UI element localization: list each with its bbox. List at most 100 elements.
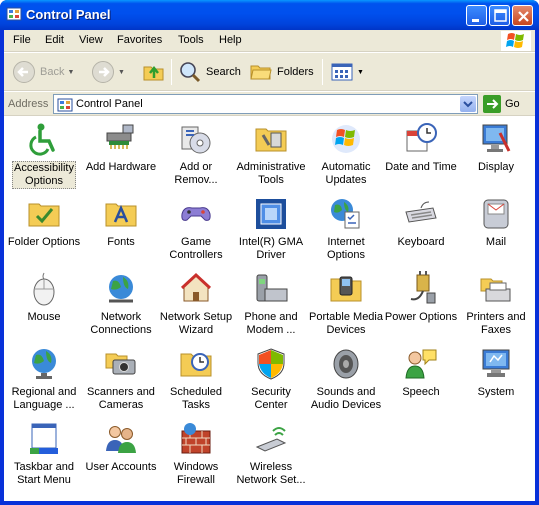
- window-client: File Edit View Favorites Tools Help Back: [4, 30, 535, 501]
- menu-help[interactable]: Help: [219, 34, 242, 46]
- item-label: Add Hardware: [85, 161, 157, 173]
- item-label: Fonts: [107, 236, 135, 248]
- cp-game-controllers[interactable]: Game Controllers: [158, 196, 234, 266]
- network-setup-icon: [180, 272, 212, 302]
- cp-fonts[interactable]: Fonts: [83, 196, 159, 266]
- close-icon: [518, 11, 529, 22]
- item-label: Mouse: [27, 311, 61, 323]
- cp-mouse[interactable]: Mouse: [6, 271, 82, 341]
- item-label: System: [477, 386, 515, 398]
- address-value: Control Panel: [76, 98, 143, 110]
- forward-button[interactable]: ▼: [91, 59, 125, 85]
- regional-language-icon: [32, 349, 56, 379]
- cp-date-and-time[interactable]: Date and Time: [383, 121, 459, 191]
- forward-dropdown-icon[interactable]: ▼: [118, 69, 125, 76]
- item-label: User Accounts: [85, 461, 157, 473]
- item-label: Keyboard: [397, 236, 445, 248]
- item-label: Date and Time: [385, 161, 457, 173]
- scheduled-tasks-icon: [180, 353, 212, 377]
- security-center-icon: [257, 348, 285, 380]
- close-button[interactable]: [512, 5, 533, 26]
- up-folder-icon: [143, 65, 164, 81]
- toolbar-separator: [322, 59, 323, 85]
- maximize-icon: [494, 9, 507, 22]
- address-dropdown-button[interactable]: [460, 96, 476, 112]
- cp-administrative-tools[interactable]: Administrative Tools: [233, 121, 309, 191]
- address-input[interactable]: Control Panel: [53, 94, 478, 114]
- item-label: Speech: [402, 386, 440, 398]
- control-panel-icon: [6, 7, 22, 21]
- up-folder-button[interactable]: [142, 59, 166, 85]
- cp-add-hardware[interactable]: Add Hardware: [83, 121, 159, 191]
- cp-power-options[interactable]: Power Options: [383, 271, 459, 341]
- item-label: Wireless Network Set...: [236, 461, 306, 486]
- cp-automatic-updates[interactable]: Automatic Updates: [308, 121, 384, 191]
- cp-network-connections[interactable]: Network Connections: [83, 271, 159, 341]
- item-label: Windows Firewall: [173, 461, 219, 486]
- control-panel-icon: [57, 98, 73, 112]
- back-button[interactable]: Back ▼: [12, 59, 74, 85]
- back-dropdown-icon[interactable]: ▼: [67, 69, 74, 76]
- item-label: Phone and Modem ...: [244, 311, 298, 336]
- folders-button[interactable]: Folders: [249, 59, 314, 85]
- cp-mail[interactable]: Mail: [458, 196, 534, 266]
- phone-modem-icon: [256, 274, 288, 302]
- cp-internet-options[interactable]: Internet Options: [308, 196, 384, 266]
- cp-scanners-and-cameras[interactable]: Scanners and Cameras: [83, 346, 159, 416]
- item-label: Sounds and Audio Devices: [310, 386, 382, 411]
- cp-add-remove-programs[interactable]: Add or Remov...: [158, 121, 234, 191]
- cp-system[interactable]: System: [458, 346, 534, 416]
- cp-display[interactable]: Display: [458, 121, 534, 191]
- item-label: Internet Options: [327, 236, 365, 261]
- standard-toolbar: Back ▼ ▼ Search Folders ▼: [4, 53, 535, 91]
- cp-sounds-and-audio-devices[interactable]: Sounds and Audio Devices: [308, 346, 384, 416]
- menu-view[interactable]: View: [79, 34, 103, 46]
- cp-portable-media-devices[interactable]: Portable Media Devices: [308, 271, 384, 341]
- cp-taskbar-and-start-menu[interactable]: Taskbar and Start Menu: [6, 421, 82, 491]
- item-label: Intel(R) GMA Driver: [238, 236, 304, 261]
- minimize-button[interactable]: [466, 5, 487, 26]
- cp-printers-and-faxes[interactable]: Printers and Faxes: [458, 271, 534, 341]
- cp-scheduled-tasks[interactable]: Scheduled Tasks: [158, 346, 234, 416]
- item-label: Automatic Updates: [321, 161, 371, 186]
- address-bar: Address Control Panel Go: [4, 92, 535, 116]
- cp-security-center[interactable]: Security Center: [233, 346, 309, 416]
- folders-label: Folders: [277, 66, 314, 78]
- views-button[interactable]: ▼: [330, 59, 364, 85]
- menu-tools[interactable]: Tools: [178, 34, 204, 46]
- menu-favorites[interactable]: Favorites: [117, 34, 162, 46]
- item-label: Game Controllers: [169, 236, 223, 261]
- title-bar[interactable]: Control Panel: [0, 0, 539, 30]
- internet-options-icon: [331, 199, 360, 229]
- cp-network-setup-wizard[interactable]: Network Setup Wizard: [158, 271, 234, 341]
- cp-regional-and-language[interactable]: Regional and Language ...: [6, 346, 82, 416]
- maximize-button[interactable]: [489, 5, 510, 26]
- item-label: Network Connections: [90, 311, 152, 336]
- cp-intel-gma-driver[interactable]: Intel(R) GMA Driver: [233, 196, 309, 266]
- search-button[interactable]: Search: [178, 59, 241, 85]
- go-button[interactable]: Go: [483, 95, 520, 113]
- item-label: Regional and Language ...: [11, 386, 77, 411]
- cp-wireless-network-setup[interactable]: Wireless Network Set...: [233, 421, 309, 491]
- cp-phone-and-modem[interactable]: Phone and Modem ...: [233, 271, 309, 341]
- accessibility-icon: [29, 123, 55, 156]
- cp-speech[interactable]: Speech: [383, 346, 459, 416]
- cp-folder-options[interactable]: Folder Options: [6, 196, 82, 266]
- cp-keyboard[interactable]: Keyboard: [383, 196, 459, 266]
- automatic-updates-icon: [332, 125, 360, 153]
- scanners-cameras-icon: [105, 353, 136, 375]
- address-label: Address: [8, 98, 49, 110]
- game-controllers-icon: [181, 207, 211, 221]
- control-panel-items: Accessibility Options Add Hardware Add o…: [4, 117, 535, 501]
- network-connections-icon: [109, 275, 133, 303]
- menu-file[interactable]: File: [13, 34, 31, 46]
- menu-edit[interactable]: Edit: [45, 34, 64, 46]
- cp-user-accounts[interactable]: User Accounts: [83, 421, 159, 491]
- display-icon: [482, 124, 511, 152]
- views-dropdown-icon[interactable]: ▼: [357, 69, 364, 76]
- views-icon: [331, 63, 353, 81]
- go-arrow-icon: [483, 95, 501, 113]
- cp-accessibility-options[interactable]: Accessibility Options: [6, 121, 82, 191]
- mail-icon: [483, 199, 509, 229]
- cp-windows-firewall[interactable]: Windows Firewall: [158, 421, 234, 491]
